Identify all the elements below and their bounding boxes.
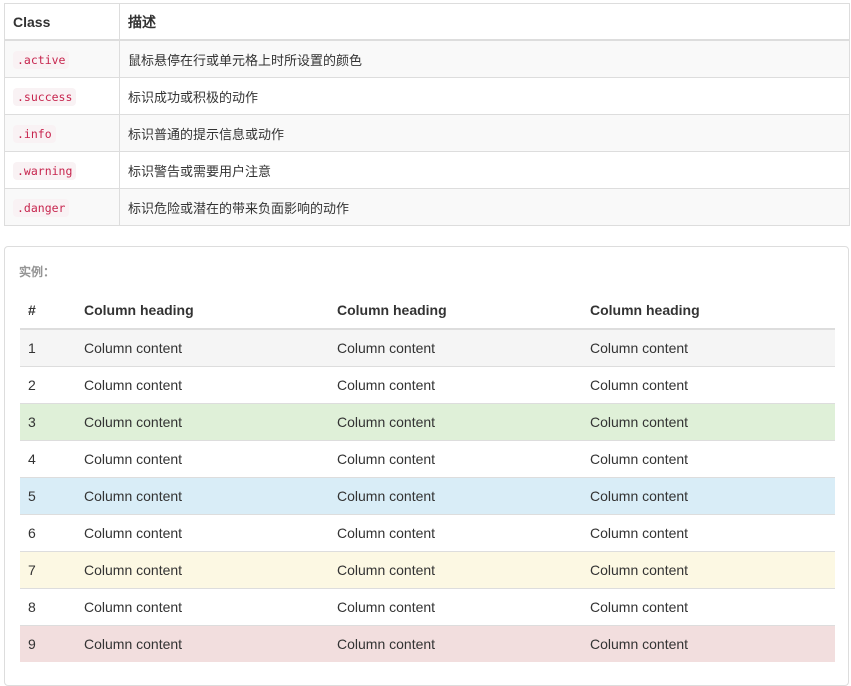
demo-row: 4 Column content Column content Column cont…: [20, 440, 835, 478]
demo-header-row: # Column heading Column heading Column h…: [20, 292, 835, 330]
reference-row-info: .info 标识普通的提示信息或动作: [4, 114, 850, 152]
column-content: Column content: [329, 366, 582, 404]
row-number: 4: [20, 440, 76, 478]
class-cell: .danger: [4, 188, 120, 226]
class-code: .active: [13, 50, 70, 69]
column-content: Column content: [76, 551, 329, 589]
demo-row: 8 Column content Column content Column cont…: [20, 588, 835, 626]
column-content: Column content: [76, 625, 329, 662]
row-number: 6: [20, 514, 76, 552]
demo-row: 2 Column content Column content Column cont…: [20, 366, 835, 404]
demo-row-danger: 9 Column content Column content Column cont…: [20, 625, 835, 662]
demo-row-warning: 7 Column content Column content Column cont…: [20, 551, 835, 589]
description-cell: 标识警告或需要用户注意: [119, 151, 850, 189]
demo-row-info: 5 Column content Column content Column cont…: [20, 477, 835, 515]
column-content: Column content: [582, 440, 835, 478]
column-content: Column content: [582, 588, 835, 626]
header-class: Class: [4, 3, 120, 41]
reference-header-row: Class 描述: [4, 3, 850, 41]
column-content: Column content: [76, 366, 329, 404]
class-code: .success: [13, 87, 77, 106]
column-content: Column content: [329, 514, 582, 552]
column-content: Column content: [329, 440, 582, 478]
column-content: Column content: [582, 477, 835, 515]
column-content: Column content: [76, 403, 329, 441]
demo-row-active: 1 Column content Column content Column cont…: [20, 328, 835, 367]
description-cell: 标识普通的提示信息或动作: [119, 114, 850, 152]
demo-row: 6 Column content Column content Column cont…: [20, 514, 835, 552]
demo-row-success: 3 Column content Column content Column cont…: [20, 403, 835, 441]
column-content: Column content: [582, 625, 835, 662]
class-reference-table: Class 描述 .active 鼠标悬停在行或单元格上时所设置的颜色 .suc…: [4, 3, 850, 226]
row-number: 1: [20, 328, 76, 367]
reference-row-warning: .warning 标识警告或需要用户注意: [4, 151, 850, 189]
column-heading: Column heading: [582, 292, 835, 330]
reference-row-success: .success 标识成功或积极的动作: [4, 77, 850, 115]
row-number: 7: [20, 551, 76, 589]
column-content: Column content: [76, 328, 329, 367]
example-label: 实例：: [19, 265, 56, 279]
row-number: 5: [20, 477, 76, 515]
column-heading: Column heading: [76, 292, 329, 330]
class-cell: .active: [4, 39, 120, 78]
column-heading: Column heading: [329, 292, 582, 330]
column-content: Column content: [76, 477, 329, 515]
column-content: Column content: [582, 551, 835, 589]
example-panel: 实例： # Column heading Column heading Colu…: [4, 246, 849, 686]
column-content: Column content: [76, 440, 329, 478]
column-content: Column content: [329, 328, 582, 367]
column-content: Column content: [329, 588, 582, 626]
class-cell: .info: [4, 114, 120, 152]
row-number: 8: [20, 588, 76, 626]
column-content: Column content: [582, 403, 835, 441]
column-content: Column content: [329, 477, 582, 515]
column-content: Column content: [329, 403, 582, 441]
header-number: #: [20, 292, 76, 330]
column-content: Column content: [329, 551, 582, 589]
row-number: 2: [20, 366, 76, 404]
column-content: Column content: [76, 514, 329, 552]
column-content: Column content: [582, 366, 835, 404]
class-code: .warning: [13, 161, 77, 180]
description-cell: 鼠标悬停在行或单元格上时所设置的颜色: [119, 39, 850, 78]
contextual-demo-table: # Column heading Column heading Column h…: [20, 292, 835, 662]
row-number: 3: [20, 403, 76, 441]
row-number: 9: [20, 625, 76, 662]
description-cell: 标识危险或潜在的带来负面影响的动作: [119, 188, 850, 226]
class-cell: .success: [4, 77, 120, 115]
column-content: Column content: [582, 328, 835, 367]
class-code: .info: [13, 124, 56, 143]
column-content: Column content: [76, 588, 329, 626]
column-content: Column content: [329, 625, 582, 662]
column-content: Column content: [582, 514, 835, 552]
reference-row-danger: .danger 标识危险或潜在的带来负面影响的动作: [4, 188, 850, 226]
class-cell: .warning: [4, 151, 120, 189]
header-description: 描述: [119, 3, 850, 41]
reference-row-active: .active 鼠标悬停在行或单元格上时所设置的颜色: [4, 39, 850, 78]
description-cell: 标识成功或积极的动作: [119, 77, 850, 115]
class-code: .danger: [13, 198, 70, 217]
